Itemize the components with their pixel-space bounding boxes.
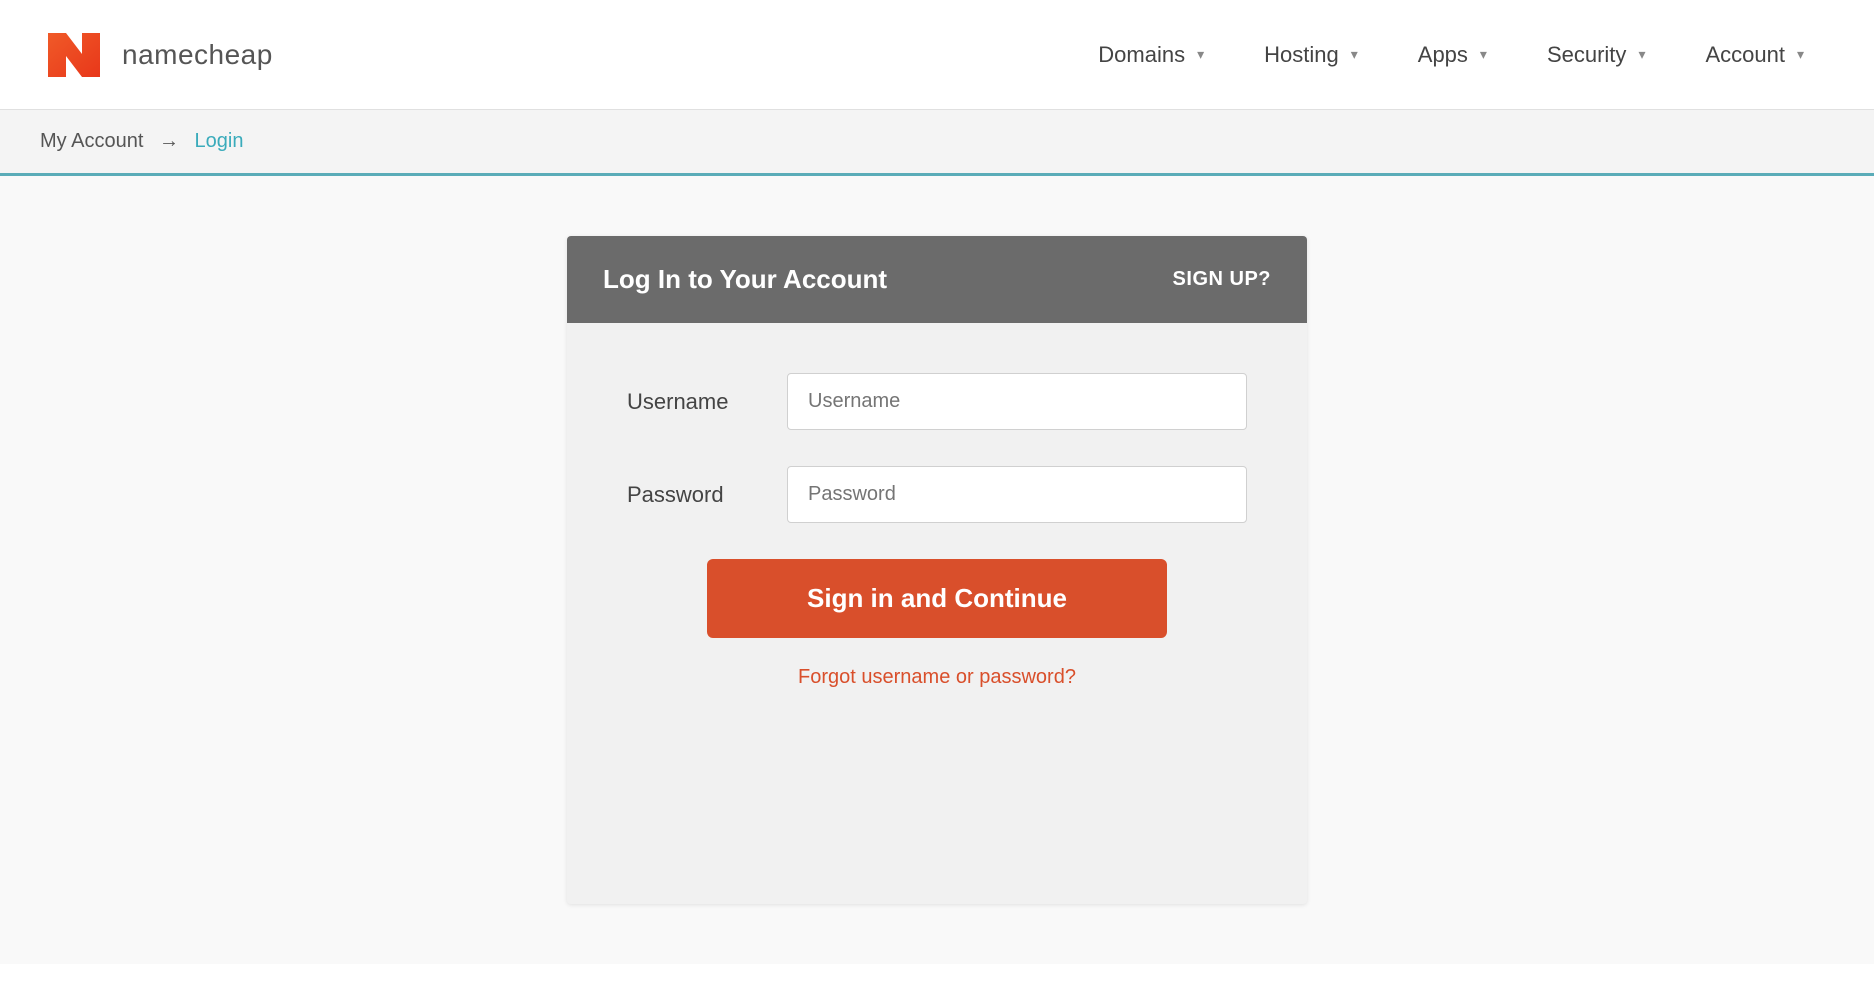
- username-label: Username: [627, 389, 787, 415]
- card-body: Username Password Sign in and Continue F…: [567, 323, 1307, 749]
- signin-button[interactable]: Sign in and Continue: [707, 559, 1167, 638]
- breadcrumb-arrow: →: [159, 130, 179, 152]
- password-row: Password: [627, 466, 1247, 523]
- apps-caret-icon: ▾: [1480, 46, 1487, 63]
- card-header: Log In to Your Account SIGN UP?: [567, 236, 1307, 323]
- username-input[interactable]: [787, 373, 1247, 430]
- forgot-link-container: Forgot username or password?: [627, 666, 1247, 689]
- signin-btn-container: Sign in and Continue: [627, 559, 1247, 638]
- site-header: namecheap Domains ▾ Hosting ▾ Apps ▾ Sec…: [0, 0, 1874, 110]
- breadcrumb-login[interactable]: Login: [195, 130, 244, 152]
- domains-caret-icon: ▾: [1197, 46, 1204, 63]
- nav-item-security[interactable]: Security ▾: [1517, 32, 1676, 78]
- main-nav: Domains ▾ Hosting ▾ Apps ▾ Security ▾ Ac…: [1068, 32, 1834, 78]
- password-label: Password: [627, 482, 787, 508]
- breadcrumb-my-account: My Account: [40, 130, 143, 152]
- nav-item-apps[interactable]: Apps ▾: [1388, 32, 1517, 78]
- password-input[interactable]: [787, 466, 1247, 523]
- namecheap-logo-icon: [40, 21, 108, 89]
- login-card: Log In to Your Account SIGN UP? Username…: [567, 236, 1307, 904]
- nav-item-domains[interactable]: Domains ▾: [1068, 32, 1234, 78]
- card-header-title: Log In to Your Account: [603, 264, 887, 295]
- main-content: Log In to Your Account SIGN UP? Username…: [0, 176, 1874, 964]
- signup-link[interactable]: SIGN UP?: [1173, 268, 1271, 291]
- logo-area[interactable]: namecheap: [40, 21, 273, 89]
- nav-item-account[interactable]: Account ▾: [1675, 32, 1834, 78]
- hosting-caret-icon: ▾: [1351, 46, 1358, 63]
- nav-item-hosting[interactable]: Hosting ▾: [1234, 32, 1388, 78]
- username-row: Username: [627, 373, 1247, 430]
- security-caret-icon: ▾: [1638, 46, 1645, 63]
- logo-text: namecheap: [122, 39, 273, 71]
- forgot-link[interactable]: Forgot username or password?: [798, 666, 1076, 689]
- account-caret-icon: ▾: [1797, 46, 1804, 63]
- breadcrumb: My Account → Login: [0, 110, 1874, 176]
